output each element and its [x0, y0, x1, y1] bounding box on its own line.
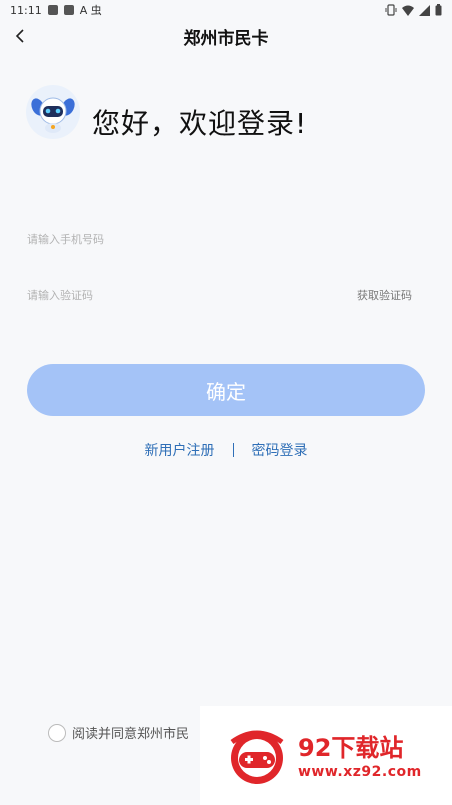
code-field: 获取验证码	[27, 280, 412, 310]
phone-field	[27, 224, 412, 254]
get-code-button[interactable]: 获取验证码	[357, 287, 412, 303]
password-login-link[interactable]: 密码登录	[252, 440, 308, 460]
status-bar: 11:11 A 虫	[0, 0, 452, 20]
back-button[interactable]	[8, 24, 32, 48]
vibrate-icon	[385, 4, 397, 16]
top-nav: 郑州市民卡	[0, 20, 452, 52]
watermark: 92下载站 www.xz92.com	[200, 706, 452, 805]
gamepad-logo-icon	[224, 728, 290, 790]
confirm-button[interactable]: 确定	[27, 364, 425, 416]
status-time: 11:11	[10, 3, 42, 17]
watermark-brand: 92下载站	[298, 734, 404, 762]
agreement-text: 阅读并同意郑州市民	[72, 727, 190, 742]
welcome-text: 您好，欢迎登录!	[92, 107, 308, 140]
notification-icon	[63, 5, 74, 15]
agreement-checkbox[interactable]	[48, 723, 66, 742]
verification-code-input[interactable]	[27, 288, 287, 302]
status-extra: A 虫	[79, 4, 102, 17]
battery-icon	[435, 4, 442, 16]
page-title: 郑州市民卡	[183, 28, 269, 49]
notification-icon	[47, 5, 58, 15]
signal-icon	[419, 4, 430, 16]
watermark-url: www.xz92.com	[298, 764, 422, 780]
login-links: 新用户注册 密码登录	[0, 440, 452, 460]
phone-input[interactable]	[27, 232, 287, 246]
agreement: 阅读并同意郑州市民	[48, 723, 189, 742]
register-link[interactable]: 新用户注册	[145, 440, 215, 460]
robot-avatar-icon	[26, 85, 80, 139]
wifi-icon	[402, 5, 414, 16]
chevron-left-icon	[15, 29, 24, 43]
link-divider	[232, 443, 234, 457]
greeting: 您好，欢迎登录!	[26, 82, 307, 142]
